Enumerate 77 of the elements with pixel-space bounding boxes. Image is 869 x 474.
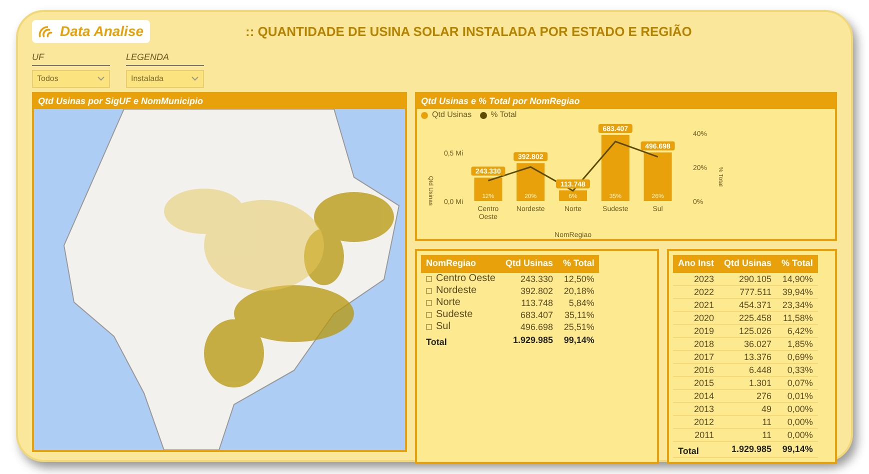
table-cell: 0,33% [787,364,813,374]
table-cell: 2022 [694,286,714,296]
table-cell: 1,85% [787,338,813,348]
table-cell: 225.458 [738,312,772,322]
table-cell: Nordeste [436,284,477,296]
filter-label: LEGENDA [126,51,204,66]
table-cell: 5,84% [568,298,594,308]
table-cell: 113.748 [521,298,553,308]
table-cell: 39,94% [782,286,813,296]
table-cell: 6.448 [748,364,772,374]
table-cell: 2023 [694,274,714,284]
bar [644,152,672,201]
legend-label: % Total [490,109,517,121]
table-cell: 11 [762,416,772,426]
bar [516,163,545,201]
table-cell: 243.330 [520,274,553,284]
table-cell: Sul [436,320,450,332]
table-cell: 11,58% [783,312,813,322]
table-cell: 2017 [694,352,714,362]
table-cell: 2020 [694,312,714,322]
logo-text: Data Analise [60,22,144,41]
table-cell: 2011 [694,430,714,440]
table-cell: 496.698 [520,322,553,332]
table-cell: 49 [762,404,772,414]
bar [474,178,502,201]
dropdown[interactable]: Instalada [126,70,204,88]
table-cell: 0,07% [787,378,813,388]
bar [601,134,630,201]
table-cell: 0,69% [787,352,813,362]
table-cell: 2013 [694,404,714,414]
panel-title: Qtd Usinas e % Total por NomRegiao [417,94,835,109]
chevron-down-icon [191,76,199,80]
total-cell: 1.929.985 [731,444,772,454]
dropdown[interactable]: Todos [32,70,110,88]
table-cell: 36.027 [744,338,772,348]
table-cell: Sudeste [436,308,473,320]
total-cell: 1.929.985 [512,335,553,345]
table-cell: 14,90% [782,274,813,284]
table-cell: 683.407 [520,310,553,320]
table-cell: 276 [756,390,772,400]
table-cell: 6,42% [787,326,813,336]
table-cell: 2012 [694,416,714,426]
table-cell: 25,51% [564,322,594,332]
table-cell: 454.371 [738,300,772,310]
table-cell: 11 [762,430,772,440]
table-cell: 20,18% [564,286,594,296]
filter-label: UF [32,51,110,66]
table-cell: 125.026 [738,326,772,336]
bar [559,190,587,201]
total-cell: Total [678,446,699,456]
table-cell: 2014 [694,390,714,400]
table-cell: 1.301 [748,378,772,388]
table-cell: 2019 [694,326,714,336]
table-cell: 2015 [694,378,714,388]
panel-title: Qtd Usinas por SigUF e NomMunicipio [34,94,405,109]
total-cell: Total [426,336,447,346]
table-cell: 0,00% [787,404,813,414]
table-cell: 392.802 [520,286,553,296]
table-cell: 23,34% [782,300,813,310]
legend-label: Qtd Usinas [432,109,472,121]
dashboard-title: :: QUANTIDADE DE USINA SOLAR INSTALADA POR ESTADO E REGIÃO [246,22,692,41]
chevron-down-icon [97,76,105,80]
table-cell: 2018 [694,338,714,348]
table-cell: 0,01% [787,390,813,400]
table-cell: 13.376 [744,352,772,362]
table-cell: 12,50% [564,274,594,284]
table-cell: Centro Oeste [436,272,496,284]
table-cell: 35,11% [564,310,594,320]
total-cell: 99,14% [564,335,594,345]
table-cell: 0,00% [787,416,813,426]
table-cell: 2016 [694,364,714,374]
table-cell: Norte [436,296,460,308]
table-cell: 290.105 [738,274,772,284]
table-cell: 0,00% [787,430,813,440]
total-cell: 99,14% [782,444,813,454]
table-cell: 777.511 [740,286,772,296]
table-cell: 2021 [694,300,714,310]
